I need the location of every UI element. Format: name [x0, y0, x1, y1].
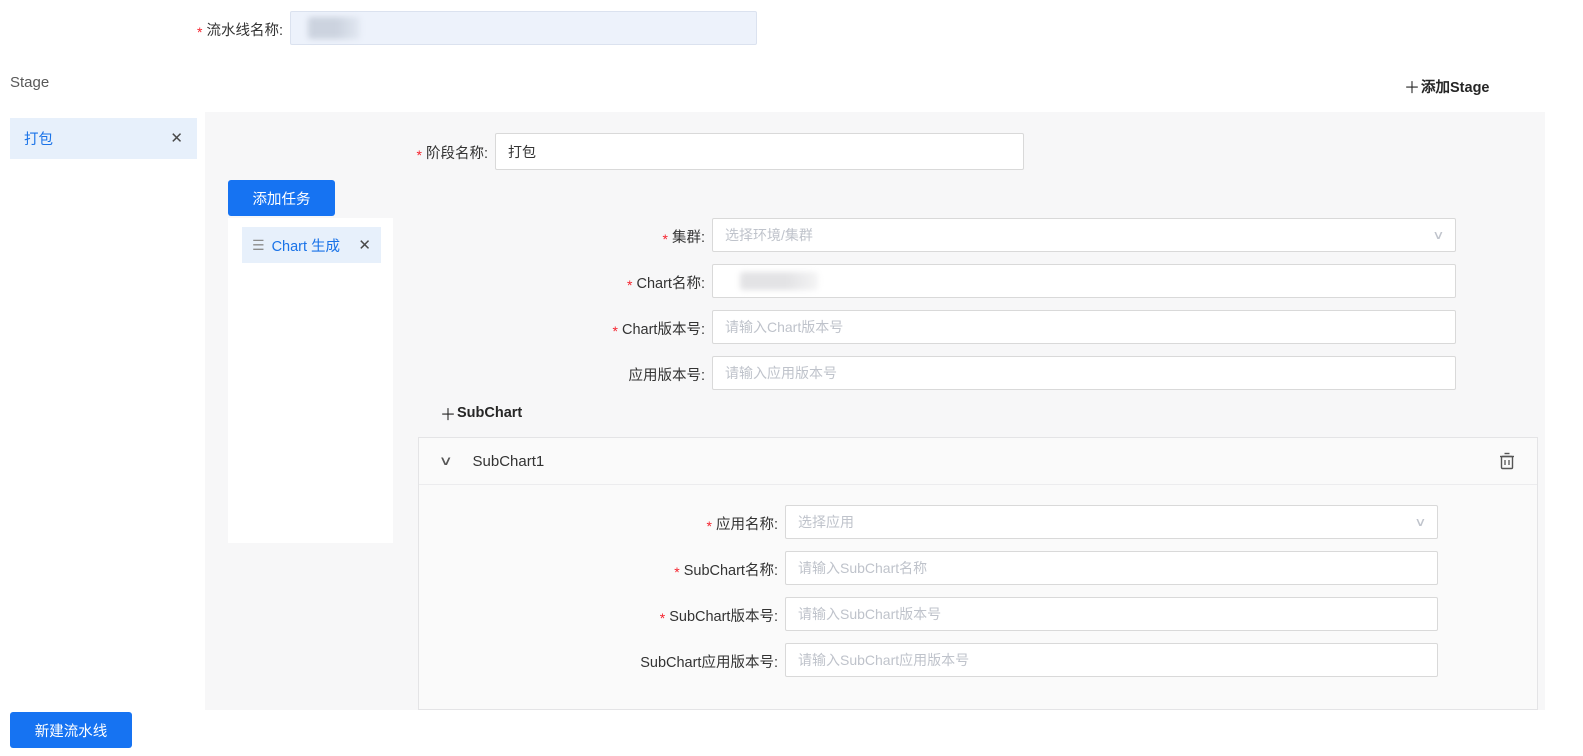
cluster-label: * 集群:	[500, 226, 705, 247]
app-name-label: * 应用名称:	[548, 513, 778, 534]
app-version-input[interactable]	[712, 356, 1456, 390]
subchart-name-input-field[interactable]	[785, 551, 1438, 585]
subchart-name-label: * SubChart名称:	[548, 559, 778, 580]
required-asterisk: *	[197, 24, 202, 40]
required-asterisk: *	[417, 147, 422, 163]
add-task-button[interactable]: 添加任务	[228, 180, 335, 216]
pipeline-name-input-field[interactable]	[290, 11, 757, 45]
subchart-version-input[interactable]	[785, 597, 1438, 631]
required-asterisk: *	[660, 610, 665, 626]
pipeline-name-input[interactable]	[290, 11, 757, 45]
subchart-version-input-field[interactable]	[785, 597, 1438, 631]
stage-tab-label: 打包	[24, 128, 170, 149]
chart-version-input-field[interactable]	[712, 310, 1456, 344]
chart-name-input[interactable]	[712, 264, 1456, 298]
required-asterisk: *	[674, 564, 679, 580]
chart-version-input[interactable]	[712, 310, 1456, 344]
drag-handle-icon[interactable]: ☰	[252, 237, 265, 254]
required-asterisk: *	[707, 518, 712, 534]
stage-name-input-field[interactable]	[495, 133, 1024, 170]
subchart-name-input[interactable]	[785, 551, 1438, 585]
chart-name-label: * Chart名称:	[500, 272, 705, 293]
plus-icon: ＋	[1404, 74, 1420, 98]
close-icon[interactable]: ✕	[358, 238, 371, 253]
chevron-down-icon: ∨	[1432, 228, 1444, 242]
close-icon[interactable]: ✕	[170, 131, 183, 146]
stage-name-input[interactable]	[495, 133, 1024, 170]
app-name-select-placeholder: 选择应用	[798, 512, 1416, 532]
create-pipeline-button[interactable]: 新建流水线	[10, 712, 132, 748]
pipeline-name-label: * 流水线名称:	[100, 19, 283, 40]
required-asterisk: *	[663, 231, 668, 247]
subchart-app-version-label: SubChart应用版本号:	[548, 651, 778, 672]
cluster-select-placeholder: 选择环境/集群	[725, 225, 1434, 245]
chart-version-label: * Chart版本号:	[500, 318, 705, 339]
task-tab-label: Chart 生成	[272, 235, 352, 256]
app-name-select[interactable]: 选择应用 ∨	[785, 505, 1438, 539]
stage-section-title: Stage	[10, 74, 49, 91]
subchart-panel-title: SubChart1	[473, 453, 1499, 470]
required-asterisk: *	[613, 323, 618, 339]
trash-icon[interactable]	[1499, 452, 1515, 470]
subchart-panel-header[interactable]: ∨ SubChart1	[419, 438, 1537, 485]
subchart-app-version-input[interactable]	[785, 643, 1438, 677]
subchart-app-version-input-field[interactable]	[785, 643, 1438, 677]
subchart-version-label: * SubChart版本号:	[548, 605, 778, 626]
task-tab-chart-generate[interactable]: ☰ Chart 生成 ✕	[242, 227, 381, 263]
add-stage-button[interactable]: ＋ 添加Stage	[1404, 74, 1490, 98]
add-subchart-button[interactable]: ＋ SubChart	[440, 401, 522, 425]
stage-name-label: * 阶段名称:	[300, 142, 488, 163]
chart-name-input-field[interactable]	[712, 264, 1456, 298]
cluster-select[interactable]: 选择环境/集群 ∨	[712, 218, 1456, 252]
stage-tab-dabao[interactable]: 打包 ✕	[10, 118, 197, 159]
collapse-arrow-icon[interactable]: ∨	[439, 453, 453, 469]
app-version-input-field[interactable]	[712, 356, 1456, 390]
task-list-panel	[228, 218, 393, 543]
plus-icon: ＋	[440, 401, 456, 425]
chevron-down-icon: ∨	[1414, 515, 1426, 529]
required-asterisk: *	[627, 277, 632, 293]
app-version-label: 应用版本号:	[500, 364, 705, 385]
